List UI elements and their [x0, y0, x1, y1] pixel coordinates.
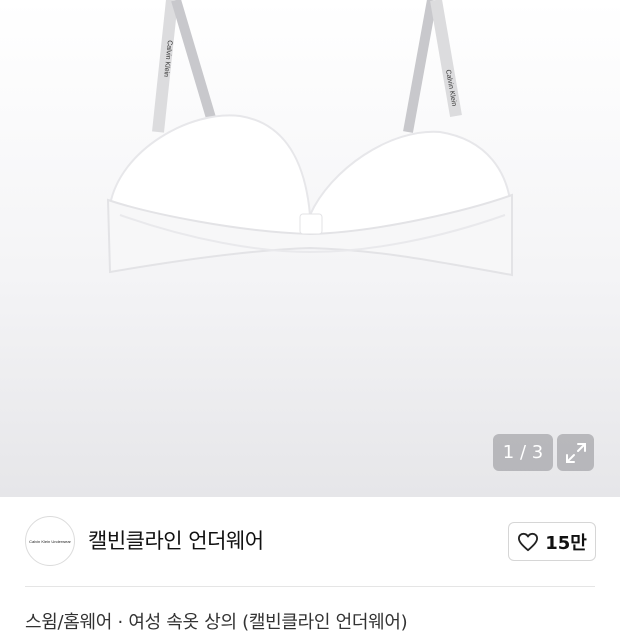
brand-row: Calvin Klein Underwear 캘빈클라인 언더웨어 15만 — [0, 497, 620, 587]
brand-logo-text: Calvin Klein Underwear — [29, 538, 71, 544]
heart-outline-icon — [518, 532, 539, 551]
expand-image-button[interactable] — [557, 434, 594, 471]
brand-logo[interactable]: Calvin Klein Underwear — [25, 516, 75, 566]
right-strap — [403, 0, 437, 133]
product-photo-bra: Calvin Klein Calvin Klein — [106, 0, 514, 277]
image-pager: 1 / 3 — [493, 434, 553, 471]
like-button[interactable]: 15만 — [508, 522, 596, 561]
left-strap-band — [171, 0, 219, 130]
center-gore — [299, 213, 323, 235]
product-image-gallery[interactable]: Calvin Klein Calvin Klein 1 / 3 — [0, 0, 620, 497]
expand-arrows-icon — [565, 442, 586, 463]
like-count: 15만 — [545, 532, 587, 554]
product-title: 스윔/홈웨어 · 여성 속옷 상의 (캘빈클라인 언더웨어) — [25, 612, 408, 633]
brand-name[interactable]: 캘빈클라인 언더웨어 — [88, 525, 264, 555]
divider — [25, 586, 595, 587]
